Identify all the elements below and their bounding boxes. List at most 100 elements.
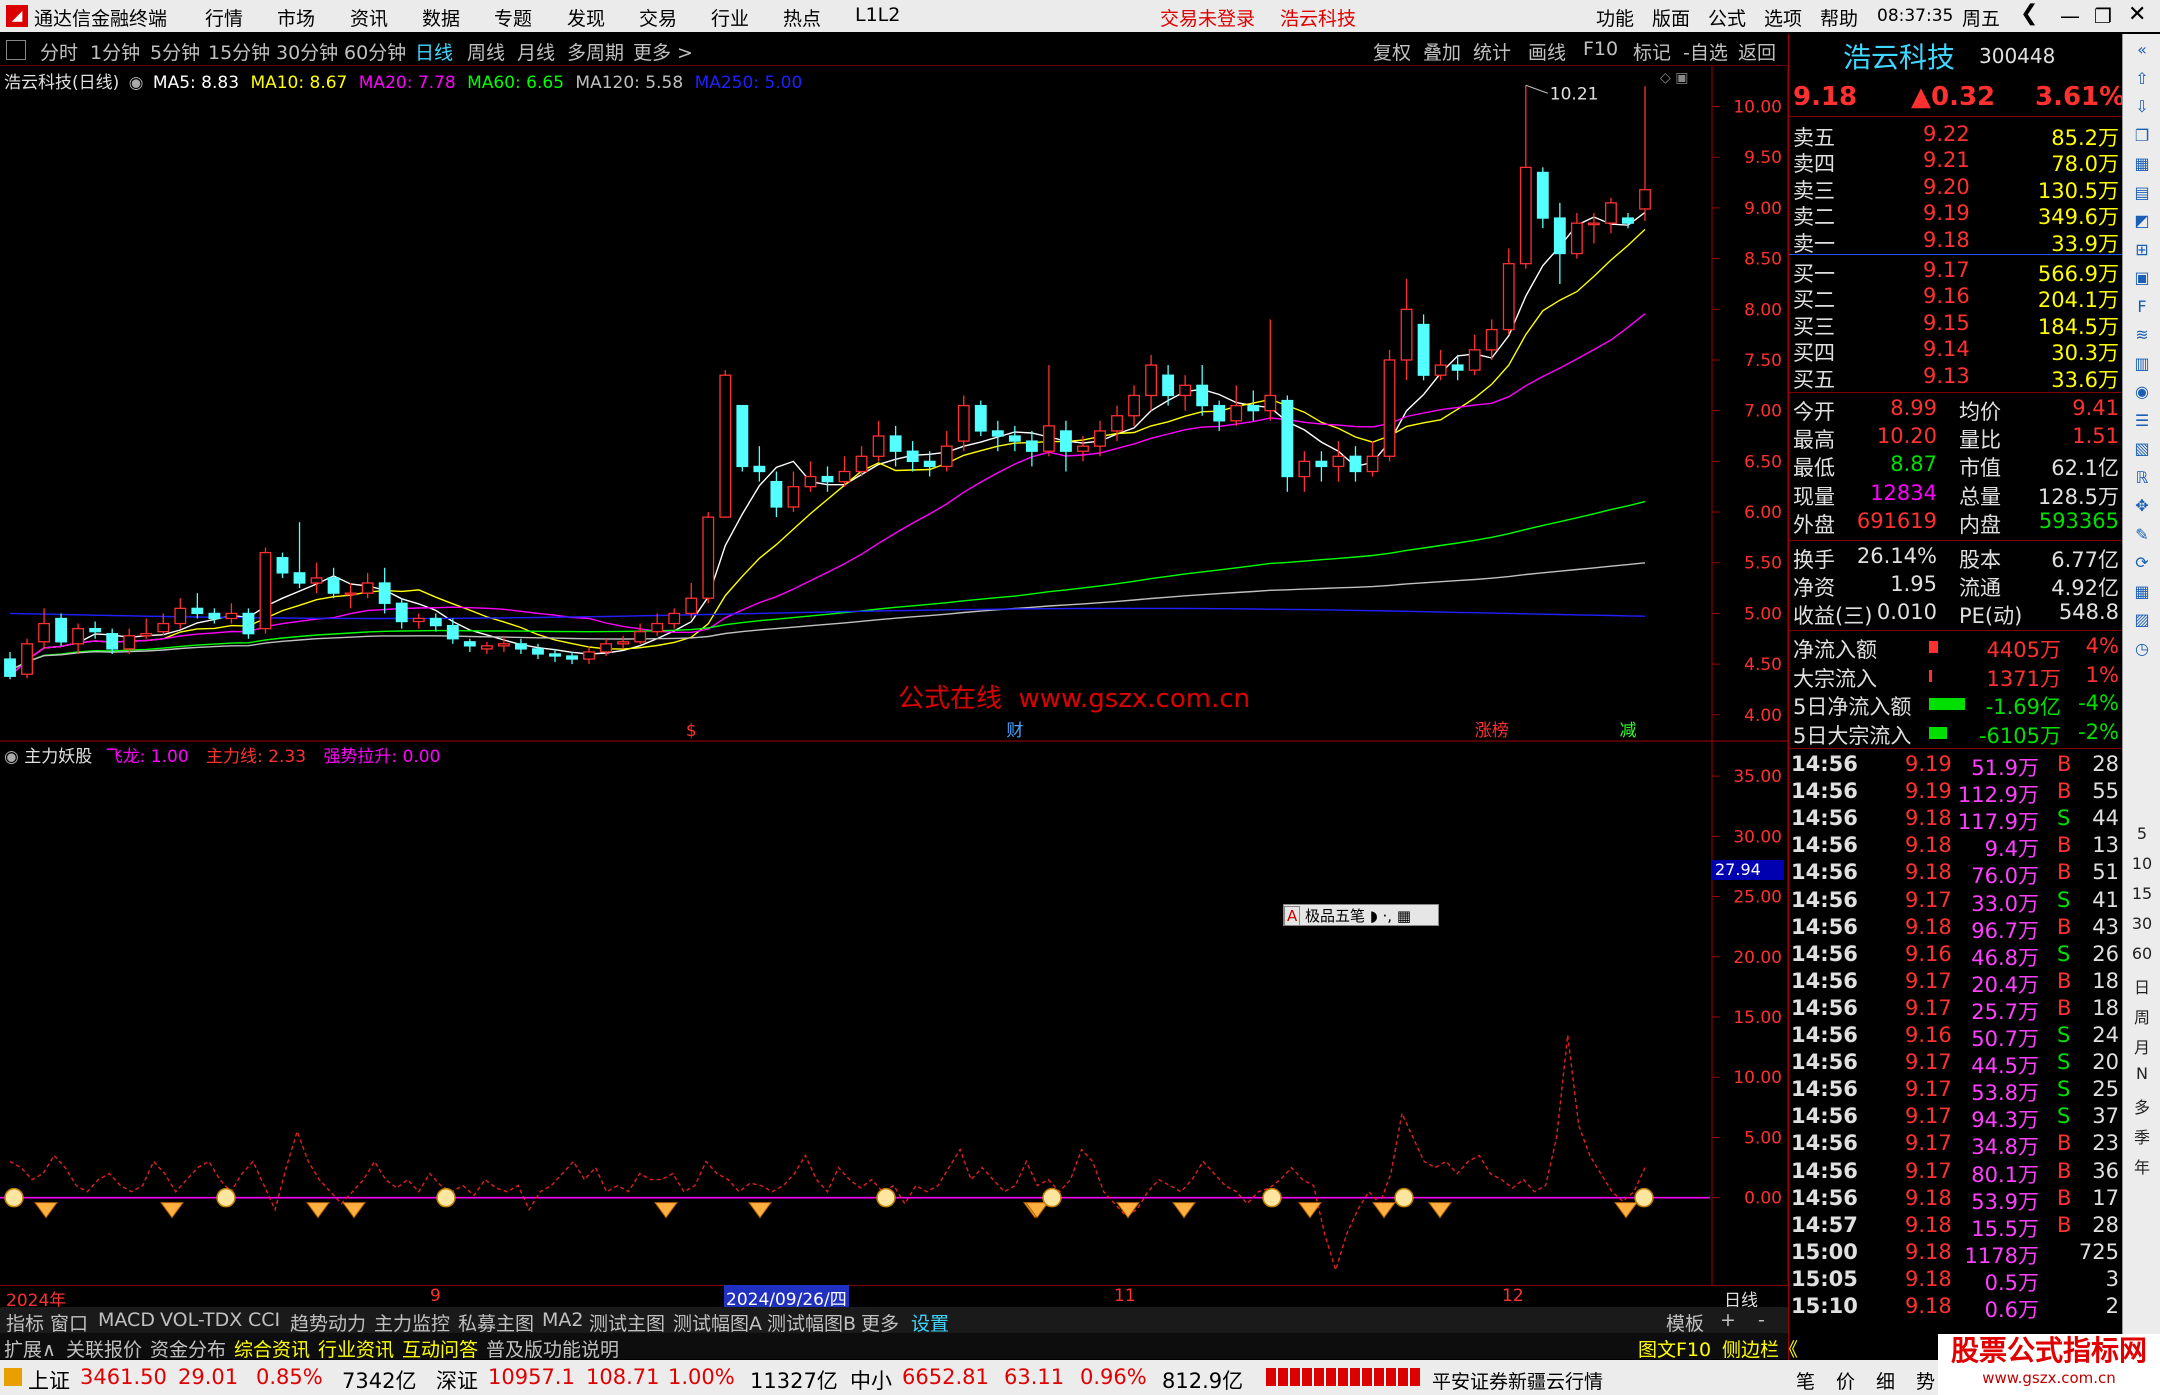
- bid-row[interactable]: 买三 9.15 184.5万: [1789, 311, 2123, 339]
- menu-topic[interactable]: 专题: [494, 4, 532, 31]
- tab-test-a[interactable]: 测试幅图A: [673, 1309, 762, 1336]
- btn-template[interactable]: 模板: [1666, 1309, 1704, 1336]
- btn-mark[interactable]: 标记: [1633, 38, 1671, 65]
- bid-row[interactable]: 买一 9.17 566.9万: [1789, 258, 2123, 286]
- tab-multi[interactable]: 多周期: [567, 38, 624, 65]
- ask-row[interactable]: 卖三 9.20 130.5万: [1789, 175, 2123, 203]
- side-period-4[interactable]: 60: [2129, 944, 2155, 970]
- tab-edition[interactable]: 普及版功能说明: [486, 1335, 619, 1362]
- toggle-icon[interactable]: [6, 40, 26, 60]
- tick-row[interactable]: 15:10 9.18 0.6万 2: [1789, 1294, 2123, 1322]
- grid-icon[interactable]: ▦: [2129, 154, 2155, 180]
- tick-row[interactable]: 14:56 9.17 94.3万 S 37: [1789, 1104, 2123, 1132]
- list-icon[interactable]: ☰: [2129, 411, 2155, 437]
- minimize-icon[interactable]: —: [2060, 4, 2080, 28]
- tab-related[interactable]: 关联报价: [66, 1335, 142, 1362]
- menu-l1l2[interactable]: L1L2: [855, 4, 900, 26]
- tick-row[interactable]: 14:56 9.19 51.9万 B 28: [1789, 752, 2123, 780]
- btn-adjust[interactable]: 复权: [1373, 38, 1411, 65]
- tab-window[interactable]: 窗口: [50, 1309, 88, 1336]
- menu-discover[interactable]: 发现: [567, 4, 605, 31]
- tick-row[interactable]: 14:56 9.18 117.9万 S 44: [1789, 806, 2123, 834]
- side-period-7[interactable]: 月: [2129, 1034, 2155, 1060]
- btn-f10[interactable]: F10: [1583, 38, 1618, 60]
- btn-add[interactable]: +: [1720, 1309, 1736, 1331]
- tick-row[interactable]: 14:56 9.17 80.1万 B 36: [1789, 1159, 2123, 1187]
- tick-list[interactable]: 14:56 9.19 51.9万 B 28 14:56 9.19 112.9万 B 55 14:56…: [1789, 748, 2123, 1360]
- tab-general-news[interactable]: 综合资讯: [234, 1335, 310, 1362]
- back-icon[interactable]: ❮: [2020, 1, 2038, 26]
- tab-fund-dist[interactable]: 资金分布: [150, 1335, 226, 1362]
- collapse-dot-icon[interactable]: ◉: [4, 747, 19, 767]
- menu-layout[interactable]: 版面: [1652, 4, 1690, 31]
- clock-icon[interactable]: ◷: [2129, 639, 2155, 665]
- settings-icon[interactable]: ◉: [129, 73, 144, 93]
- close-icon[interactable]: ✕: [2128, 2, 2146, 27]
- side-period-5[interactable]: 日: [2129, 974, 2155, 1000]
- btn-overlay[interactable]: 叠加: [1423, 38, 1461, 65]
- ime-a-icon[interactable]: A: [1284, 906, 1301, 926]
- up-icon[interactable]: ⇧: [2129, 69, 2155, 95]
- menu-help[interactable]: 帮助: [1820, 4, 1858, 31]
- refresh-icon[interactable]: ⟳: [2129, 553, 2155, 579]
- tab-weekly[interactable]: 周线: [467, 38, 505, 65]
- kline-svg[interactable]: 10.00 9.50 9.00 8.50 8.00 7.50 7.00 6.50 6.00 5.5…: [0, 66, 1788, 742]
- tab-vol[interactable]: VOL-TDX: [160, 1309, 242, 1331]
- copy-icon[interactable]: ❐: [2129, 126, 2155, 152]
- tab-sidebar[interactable]: 侧边栏《: [1722, 1335, 1798, 1362]
- tab-daily[interactable]: 日线: [415, 38, 453, 65]
- indicator-sub-chart[interactable]: 35.00 30.00 25.00 20.00 15.00 10.00 5.00 0.00 ◉…: [0, 742, 1788, 1286]
- tab-ma2[interactable]: MA2: [542, 1309, 583, 1331]
- tick-row[interactable]: 14:56 9.17 34.8万 B 23: [1789, 1131, 2123, 1159]
- tick-row[interactable]: 15:00 9.18 1178万 725: [1789, 1240, 2123, 1268]
- level-icon[interactable]: ▥: [2129, 354, 2155, 380]
- tab-more-ind[interactable]: 更多: [861, 1309, 899, 1336]
- rsi-icon[interactable]: ℝ: [2129, 468, 2155, 494]
- side-period-2[interactable]: 15: [2129, 884, 2155, 910]
- menu-news[interactable]: 资讯: [350, 4, 388, 31]
- indicator-svg[interactable]: 35.00 30.00 25.00 20.00 15.00 10.00 5.00 0.00: [0, 742, 1788, 1286]
- tab-trend[interactable]: 趋势动力: [290, 1309, 366, 1336]
- tab-30min[interactable]: 30分钟: [276, 38, 338, 65]
- bid-row[interactable]: 买四 9.14 30.3万: [1789, 337, 2123, 365]
- tab-settings[interactable]: 设置: [911, 1309, 949, 1336]
- tick-row[interactable]: 15:05 9.18 0.5万 3: [1789, 1267, 2123, 1295]
- side-period-9[interactable]: 多: [2129, 1094, 2155, 1120]
- menu-quote[interactable]: 行情: [205, 4, 243, 31]
- side-tab-pen[interactable]: 笔: [1796, 1367, 1815, 1394]
- tab-industry-news[interactable]: 行业资讯: [318, 1335, 394, 1362]
- move-icon[interactable]: ✥: [2129, 496, 2155, 522]
- tab-intraday[interactable]: 分时: [40, 38, 78, 65]
- tab-test-main[interactable]: 测试主图: [589, 1309, 665, 1336]
- tab-1min[interactable]: 1分钟: [90, 38, 140, 65]
- calc-icon[interactable]: ▨: [2129, 610, 2155, 636]
- kline-icon[interactable]: ⊞: [2129, 240, 2155, 266]
- bid-row[interactable]: 买五 9.13 33.6万: [1789, 364, 2123, 392]
- restore-icon[interactable]: ❐: [2094, 4, 2112, 28]
- tick-row[interactable]: 14:56 9.16 50.7万 S 24: [1789, 1023, 2123, 1051]
- kline-main-chart[interactable]: 10.00 9.50 9.00 8.50 8.00 7.50 7.00 6.50 6.00 5.5…: [0, 66, 1788, 742]
- sz-label[interactable]: 深证: [436, 1365, 478, 1395]
- pen-icon[interactable]: ✎: [2129, 525, 2155, 551]
- btn-stats[interactable]: 统计: [1473, 38, 1511, 65]
- sh-label[interactable]: 上证: [28, 1365, 70, 1395]
- side-period-6[interactable]: 周: [2129, 1004, 2155, 1030]
- tab-5min[interactable]: 5分钟: [150, 38, 200, 65]
- tick-row[interactable]: 14:56 9.18 9.4万 B 13: [1789, 833, 2123, 861]
- tick-row[interactable]: 14:56 9.17 44.5万 S 20: [1789, 1050, 2123, 1078]
- ask-row[interactable]: 卖一 9.18 33.9万: [1789, 228, 2123, 256]
- zx-label[interactable]: 中小: [850, 1365, 892, 1395]
- tick-row[interactable]: 14:56 9.18 53.9万 B 17: [1789, 1186, 2123, 1214]
- btn-draw[interactable]: 画线: [1528, 38, 1566, 65]
- menu-options[interactable]: 选项: [1764, 4, 1802, 31]
- flow-icon[interactable]: ≋: [2129, 325, 2155, 351]
- menu-market[interactable]: 市场: [277, 4, 315, 31]
- side-period-3[interactable]: 30: [2129, 914, 2155, 940]
- ask-row[interactable]: 卖二 9.19 349.6万: [1789, 201, 2123, 229]
- side-period-10[interactable]: 季: [2129, 1124, 2155, 1150]
- tab-monthly[interactable]: 月线: [517, 38, 555, 65]
- hot-icon[interactable]: ◉: [2129, 382, 2155, 408]
- news-icon[interactable]: ▣: [2129, 268, 2155, 294]
- side-period-1[interactable]: 10: [2129, 854, 2155, 880]
- btn-remove[interactable]: -: [1758, 1309, 1765, 1331]
